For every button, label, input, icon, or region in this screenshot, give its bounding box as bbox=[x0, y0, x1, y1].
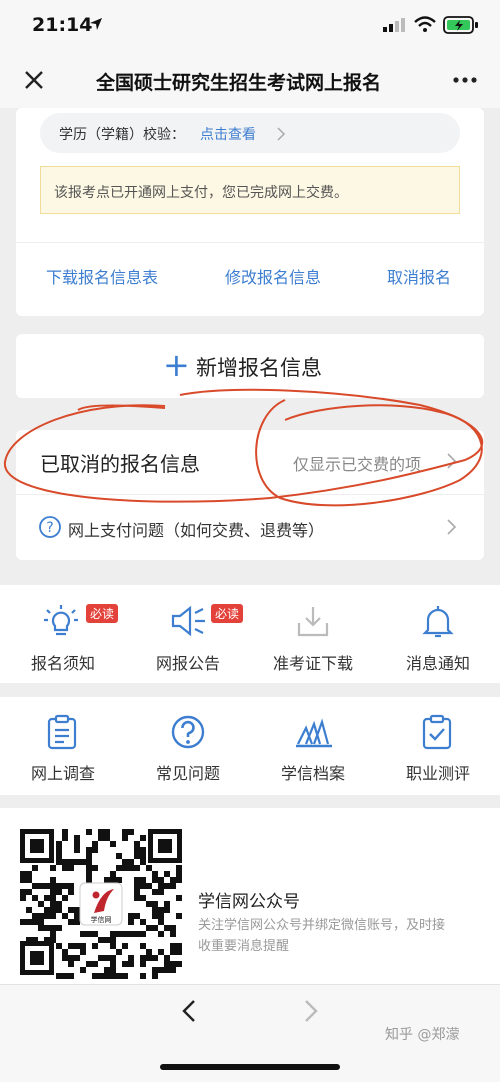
more-icon[interactable] bbox=[452, 76, 478, 84]
watermark: 知乎 @郑濛 bbox=[385, 1027, 460, 1043]
wifi-icon bbox=[414, 16, 436, 32]
battery-icon bbox=[443, 16, 478, 34]
grid-label: 消息通知 bbox=[405, 654, 470, 673]
grid-label: 网上调查 bbox=[30, 764, 95, 783]
cancel-registration-link[interactable]: 取消报名 bbox=[387, 264, 451, 288]
status-time: 21:14 bbox=[32, 14, 93, 36]
question-icon bbox=[171, 715, 205, 749]
location-arrow-icon bbox=[90, 18, 102, 30]
payment-issue-label: 网上支付问题（如何交费、退费等） bbox=[68, 521, 325, 540]
page-title: 全国硕士研究生招生考试网上报名 bbox=[96, 72, 382, 94]
grid-label: 学信档案 bbox=[280, 764, 345, 783]
lightbulb-icon bbox=[44, 605, 78, 636]
chevron-right-icon bbox=[277, 127, 286, 141]
grid-label: 网报公告 bbox=[155, 654, 220, 673]
grid-label: 报名须知 bbox=[30, 654, 95, 673]
back-icon[interactable] bbox=[180, 998, 198, 1024]
qr-desc-line2: 收重要消息提醒 bbox=[198, 939, 290, 954]
must-read-badge: 必读 bbox=[211, 604, 244, 623]
qr-desc-line1: 关注学信网公众号并绑定微信账号，及时接 bbox=[198, 918, 446, 933]
bell-icon bbox=[422, 606, 454, 638]
download-info-link[interactable]: 下载报名信息表 bbox=[46, 264, 158, 288]
grid-label: 常见问题 bbox=[155, 764, 220, 783]
grid-label: 职业测评 bbox=[405, 764, 470, 783]
download-icon bbox=[297, 607, 329, 637]
education-check-link[interactable]: 点击查看 bbox=[200, 124, 256, 144]
modify-info-link[interactable]: 修改报名信息 bbox=[225, 264, 321, 288]
must-read-badge: 必读 bbox=[86, 604, 119, 623]
forward-icon[interactable] bbox=[302, 998, 320, 1024]
qr-title: 学信网公众号 bbox=[198, 892, 300, 912]
annotation-circles bbox=[3, 388, 484, 507]
svg-text:?: ? bbox=[46, 520, 53, 536]
chevron-right-icon bbox=[447, 519, 457, 535]
divider bbox=[16, 242, 484, 243]
speaker-icon bbox=[171, 605, 205, 637]
qr-logo-text: 学信网 bbox=[91, 915, 112, 924]
payment-notice-text: 该报考点已开通网上支付，您已完成网上交费。 bbox=[54, 185, 348, 201]
close-icon[interactable] bbox=[22, 68, 46, 92]
qr-code-image: 学信网 bbox=[16, 825, 186, 980]
checklist-icon bbox=[422, 714, 452, 750]
clipboard-icon bbox=[47, 714, 77, 750]
plus-icon: + bbox=[163, 346, 190, 384]
home-indicator[interactable] bbox=[160, 1064, 340, 1070]
add-registration-label: 新增报名信息 bbox=[196, 356, 322, 380]
grid-label: 准考证下载 bbox=[272, 654, 353, 673]
signal-icon bbox=[383, 18, 405, 32]
archive-icon bbox=[296, 718, 332, 748]
education-check-label: 学历（学籍）校验： bbox=[59, 127, 185, 143]
